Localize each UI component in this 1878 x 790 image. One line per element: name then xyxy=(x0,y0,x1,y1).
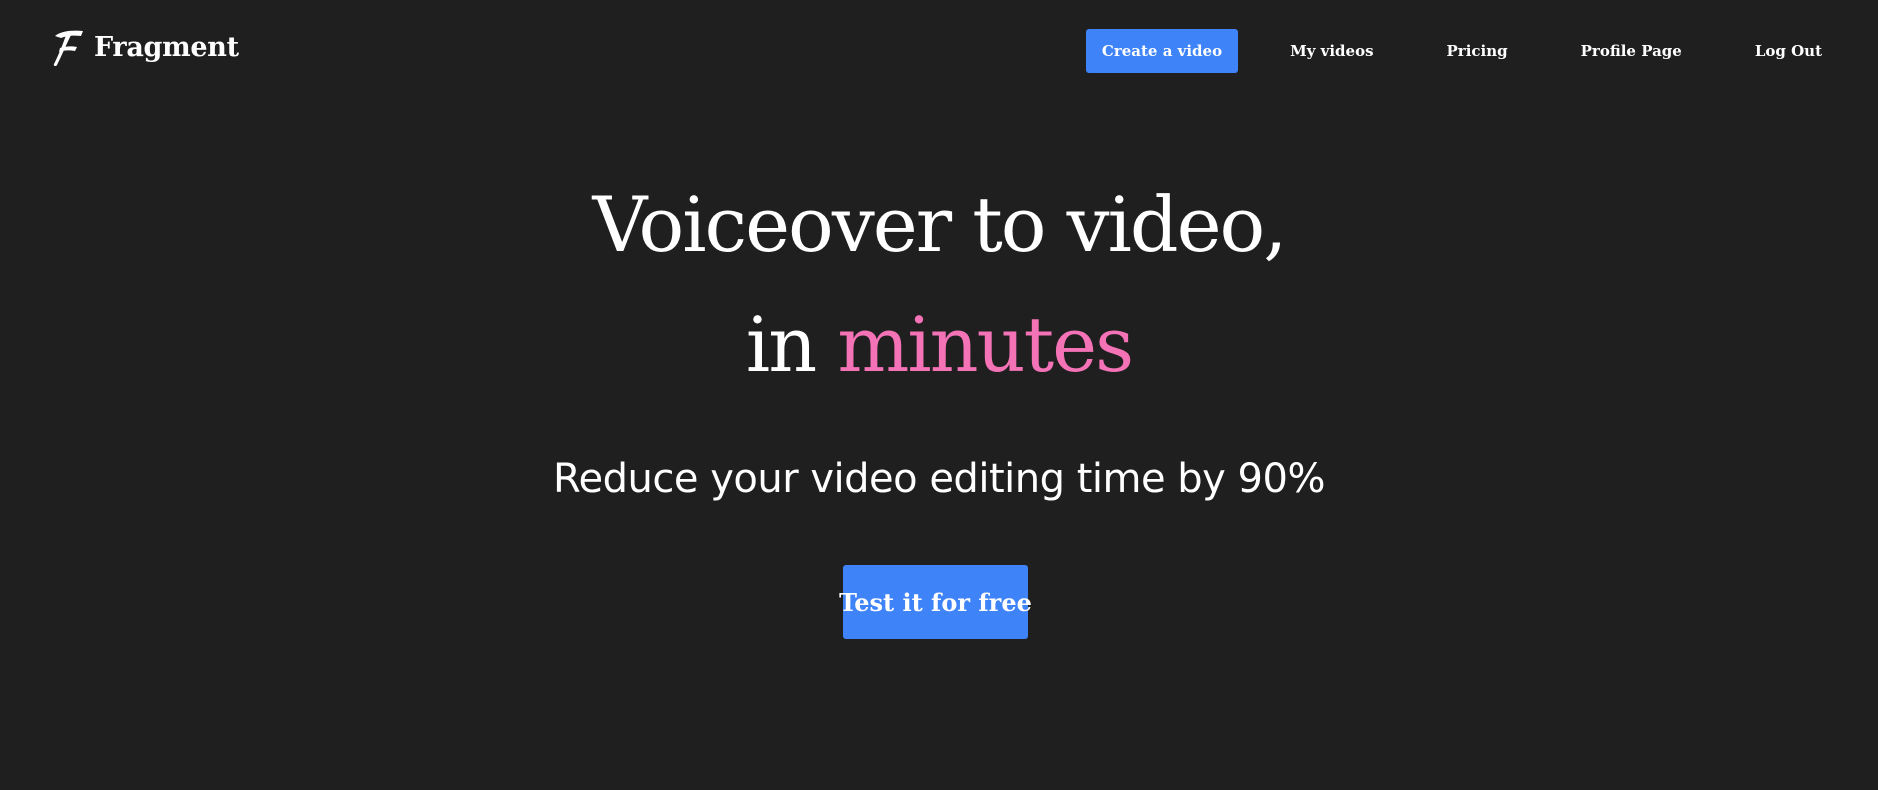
pricing-link[interactable]: Pricing xyxy=(1447,42,1508,60)
top-navigation: Fragment Create a video My videos Pricin… xyxy=(0,0,1878,104)
hero-title-prefix: in xyxy=(745,300,838,389)
f-logo-icon xyxy=(48,26,86,68)
my-videos-link[interactable]: My videos xyxy=(1290,42,1373,60)
hero-heading: Voiceover to video, in minutes xyxy=(0,165,1878,405)
profile-page-link[interactable]: Profile Page xyxy=(1581,42,1682,60)
brand-logo-link[interactable]: Fragment xyxy=(48,22,239,72)
nav-links: Create a video My videos Pricing Profile… xyxy=(1085,29,1822,73)
log-out-link[interactable]: Log Out xyxy=(1755,42,1822,60)
create-video-button[interactable]: Create a video xyxy=(1085,29,1239,73)
test-it-for-free-button[interactable]: Test it for free xyxy=(839,565,1032,639)
hero-title-accent: minutes xyxy=(837,300,1134,389)
hero-subtitle: Reduce your video editing time by 90% xyxy=(553,456,1325,502)
hero-title-line-1: Voiceover to video, xyxy=(592,180,1288,269)
brand-name: Fragment xyxy=(94,31,239,63)
hero-title-line-2: in minutes xyxy=(0,285,1878,405)
